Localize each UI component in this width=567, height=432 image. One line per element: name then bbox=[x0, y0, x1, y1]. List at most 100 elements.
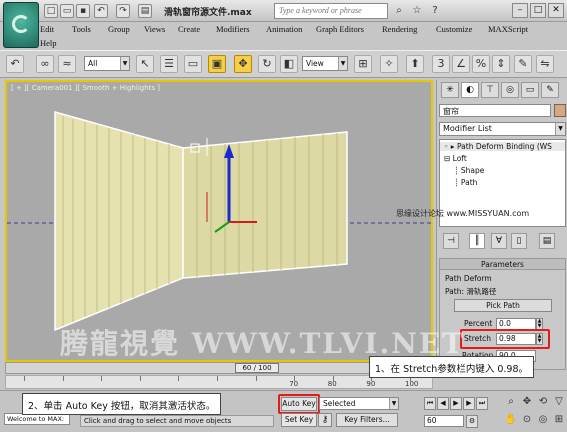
track-tick-label: 90 bbox=[366, 380, 376, 388]
walk-through-icon[interactable]: ⊙ bbox=[520, 413, 534, 427]
percent-snap-icon[interactable]: % bbox=[472, 55, 490, 73]
goto-end-icon[interactable]: ⏭ bbox=[476, 397, 488, 410]
orbit-icon[interactable]: ⟲ bbox=[536, 395, 550, 409]
track-tick bbox=[255, 376, 257, 381]
stack-item-path-deform[interactable]: ◦ ▸ Path Deform Binding (WS bbox=[440, 142, 565, 151]
stack-item-loft[interactable]: ⊟ Loft bbox=[444, 154, 467, 163]
reference-coordinate-dropdown[interactable]: View ▼ bbox=[302, 56, 348, 71]
select-object-icon[interactable]: ↖ bbox=[136, 55, 154, 73]
menu-tools[interactable]: Tools bbox=[72, 24, 91, 34]
object-color-swatch[interactable] bbox=[554, 104, 566, 117]
current-frame-input[interactable]: 60 bbox=[424, 415, 464, 427]
menu-customize[interactable]: Customize bbox=[436, 24, 472, 34]
window-crossing-icon[interactable]: ▣ bbox=[208, 55, 226, 73]
binoculars-icon[interactable]: ⌕ bbox=[392, 4, 406, 18]
pin-stack-icon[interactable]: ⊣ bbox=[443, 233, 459, 249]
menu-graph-editors[interactable]: Graph Editors bbox=[316, 24, 364, 34]
show-end-result-icon[interactable]: ║ bbox=[469, 233, 485, 249]
edit-named-selection-icon[interactable]: ✎ bbox=[514, 55, 532, 73]
menu-maxscript[interactable]: MAXScript bbox=[488, 24, 528, 34]
goto-start-icon[interactable]: ⏮ bbox=[424, 397, 436, 410]
pick-path-button[interactable]: Pick Path bbox=[454, 299, 552, 312]
project-folder-icon[interactable]: ▤ bbox=[138, 4, 152, 18]
minimize-button[interactable]: – bbox=[512, 3, 528, 18]
lightbulb-icon[interactable]: ◦ ▸ bbox=[444, 142, 457, 151]
hierarchy-tab-icon[interactable]: ⊤ bbox=[481, 82, 499, 98]
play-icon[interactable]: ▶ bbox=[450, 397, 462, 410]
viewport-label[interactable]: [ + ][ Camera001 ][ Smooth + Highlights … bbox=[11, 84, 160, 92]
redo-icon[interactable]: ↷ bbox=[116, 4, 130, 18]
selection-filter-dropdown[interactable]: All ▼ bbox=[84, 56, 130, 71]
pan-icon[interactable]: ✋ bbox=[504, 413, 518, 427]
select-and-move-icon[interactable]: ✥ bbox=[234, 55, 252, 73]
menu-rendering[interactable]: Rendering bbox=[382, 24, 417, 34]
set-key-button[interactable]: Set Key bbox=[281, 413, 317, 427]
track-tick-label: 70 bbox=[289, 380, 299, 388]
undo-icon[interactable]: ↶ bbox=[94, 4, 108, 18]
field-of-view-icon[interactable]: ▽ bbox=[552, 395, 566, 409]
prev-frame-icon[interactable]: ◀ bbox=[437, 397, 449, 410]
menu-animation[interactable]: Animation bbox=[266, 24, 302, 34]
undo-toolbar-icon[interactable]: ↶ bbox=[6, 55, 24, 73]
key-set-dropdown[interactable]: Selected ▼ bbox=[319, 397, 399, 410]
menu-modifiers[interactable]: Modifiers bbox=[216, 24, 250, 34]
snaps-toggle-icon[interactable]: 3 bbox=[432, 55, 450, 73]
menu-group[interactable]: Group bbox=[108, 24, 130, 34]
motion-tab-icon[interactable]: ◎ bbox=[501, 82, 519, 98]
spinner-snap-icon[interactable]: ⇕ bbox=[492, 55, 510, 73]
select-by-name-icon[interactable]: ☰ bbox=[160, 55, 178, 73]
maximize-viewport-icon[interactable]: ⊞ bbox=[552, 413, 566, 427]
star-icon[interactable]: ☆ bbox=[410, 4, 424, 18]
select-manipulate-icon[interactable]: ✧ bbox=[380, 55, 398, 73]
unlink-icon[interactable]: ≈ bbox=[58, 55, 76, 73]
menu-help[interactable]: Help bbox=[40, 38, 57, 48]
track-tick bbox=[217, 376, 218, 381]
modifier-list-dropdown[interactable]: Modifier List ▼ bbox=[439, 122, 566, 136]
arc-rotate-icon[interactable]: ◎ bbox=[536, 413, 550, 427]
object-name-field[interactable]: 窗帘 bbox=[439, 104, 551, 117]
display-tab-icon[interactable]: ▭ bbox=[521, 82, 539, 98]
make-unique-icon[interactable]: ∀ bbox=[491, 233, 507, 249]
stack-item-path[interactable]: ┊ Path bbox=[454, 178, 477, 187]
zoom-icon[interactable]: ⌕ bbox=[504, 395, 518, 409]
next-frame-icon[interactable]: ▶ bbox=[463, 397, 475, 410]
select-and-scale-icon[interactable]: ◧ bbox=[280, 55, 298, 73]
application-logo-icon[interactable] bbox=[3, 2, 39, 48]
max-window: □ ▭ ▪ ↶ ↷ ▤ 滑轨窗帘源文件.max Type a keyword o… bbox=[0, 0, 567, 432]
modify-tab-icon[interactable]: ◐ bbox=[461, 82, 479, 98]
track-tick-label: 80 bbox=[327, 380, 337, 388]
mirror-icon[interactable]: ⇋ bbox=[536, 55, 554, 73]
create-tab-icon[interactable]: ✳ bbox=[441, 82, 459, 98]
prompt-line: Click and drag to select and move object… bbox=[80, 415, 274, 427]
menu-create[interactable]: Create bbox=[178, 24, 200, 34]
zoom-all-icon[interactable]: ✥ bbox=[520, 395, 534, 409]
rectangular-selection-icon[interactable]: ▭ bbox=[184, 55, 202, 73]
callout-step-1: 1、在 Stretch参数栏内键入 0.98。 bbox=[369, 356, 535, 378]
angle-snap-icon[interactable]: ∠ bbox=[452, 55, 470, 73]
remove-modifier-icon[interactable]: ▯ bbox=[511, 233, 527, 249]
time-slider-thumb[interactable]: 60 / 100 bbox=[235, 363, 279, 373]
time-config-icon[interactable]: ⚙ bbox=[466, 415, 478, 428]
keyboard-shortcut-icon[interactable]: ⬆ bbox=[406, 55, 424, 73]
menu-edit[interactable]: Edit bbox=[40, 24, 54, 34]
track-tick bbox=[178, 376, 180, 381]
camera-viewport[interactable]: [ + ][ Camera001 ][ Smooth + Highlights … bbox=[5, 80, 433, 362]
select-and-link-icon[interactable]: ∞ bbox=[36, 55, 54, 73]
open-file-icon[interactable]: ▭ bbox=[60, 4, 74, 18]
search-input[interactable]: Type a keyword or phrase bbox=[274, 3, 388, 19]
stack-item-shape[interactable]: ┊ Shape bbox=[454, 166, 484, 175]
save-file-icon[interactable]: ▪ bbox=[76, 4, 90, 18]
new-file-icon[interactable]: □ bbox=[44, 4, 58, 18]
rollout-header[interactable]: Parameters bbox=[440, 259, 565, 270]
key-filters-button[interactable]: Key Filters... bbox=[336, 413, 398, 427]
configure-modifier-sets-icon[interactable]: ▤ bbox=[539, 233, 555, 249]
select-and-rotate-icon[interactable]: ↻ bbox=[258, 55, 276, 73]
key-icon[interactable]: ⚷ bbox=[318, 413, 332, 427]
menu-views[interactable]: Views bbox=[144, 24, 165, 34]
close-button[interactable]: ✕ bbox=[548, 3, 564, 18]
pivot-center-icon[interactable]: ⊞ bbox=[354, 55, 372, 73]
maximize-button[interactable]: □ bbox=[530, 3, 546, 18]
main-toolbar: ↶ ∞ ≈ All ▼ ↖ ☰ ▭ ▣ ✥ ↻ ◧ View ▼ ⊞ ✧ ⬆ 3 ∠… bbox=[0, 50, 567, 78]
help-icon[interactable]: ? bbox=[428, 4, 442, 18]
utilities-tab-icon[interactable]: ✎ bbox=[541, 82, 559, 98]
